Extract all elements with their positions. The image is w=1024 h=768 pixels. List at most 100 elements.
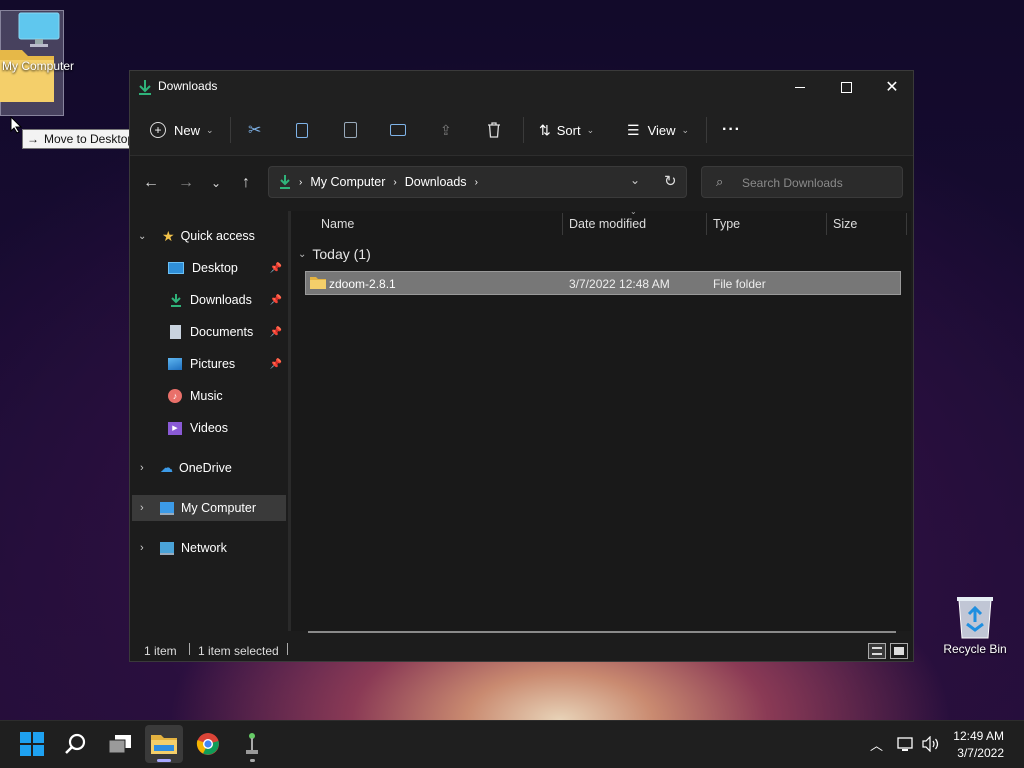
search-icon: ⌕ [716, 174, 724, 189]
task-view-button[interactable] [101, 725, 139, 763]
recycle-bin-icon [955, 594, 1010, 640]
document-icon [170, 325, 181, 339]
folder-icon [151, 733, 177, 755]
search-box[interactable]: ⌕ Search Downloads [701, 166, 903, 198]
nav-item-music[interactable]: ♪ Music [132, 383, 286, 409]
arrow-left-icon: ← [143, 174, 159, 191]
new-button[interactable]: + New ⌄ [150, 117, 214, 143]
arrow-right-icon: → [27, 132, 39, 146]
show-hidden-icons-button[interactable]: ︿ [870, 735, 883, 754]
recycle-bin[interactable]: Recycle Bin [940, 594, 1010, 664]
column-header-date-modified[interactable]: Date modified [569, 217, 646, 231]
nav-item-label: Music [190, 389, 223, 403]
horizontal-scrollbar[interactable] [308, 631, 896, 633]
breadcrumb-item[interactable]: My Computer [310, 175, 385, 189]
nav-item-onedrive[interactable]: › ☁ OneDrive [132, 455, 286, 481]
network-icon [160, 541, 174, 555]
up-button[interactable]: ↑ [236, 173, 256, 193]
file-explorer-taskbar-button[interactable] [145, 725, 183, 763]
chevron-down-icon: ⌄ [206, 124, 214, 135]
clock-time: 12:49 AM [953, 729, 1004, 743]
minimize-button[interactable] [777, 71, 823, 103]
column-header-name[interactable]: Name [321, 217, 354, 231]
column-divider[interactable] [906, 213, 907, 235]
nav-item-pictures[interactable]: Pictures 📌 [132, 351, 286, 377]
list-view-icon: ☰ [627, 121, 640, 138]
chevron-right-icon: › [474, 176, 478, 188]
column-divider[interactable] [562, 213, 563, 235]
volume-tray-button[interactable] [922, 736, 940, 752]
more-options-icon: ··· [722, 121, 741, 138]
forward-button[interactable]: → [176, 173, 196, 193]
plus-circle-icon: + [150, 122, 166, 138]
chevron-down-icon: ⌄ [138, 230, 147, 242]
clock-date: 3/7/2022 [957, 746, 1004, 760]
file-name: zdoom-2.8.1 [329, 277, 396, 291]
column-divider[interactable] [826, 213, 827, 235]
network-tray-button[interactable] [897, 736, 915, 752]
rename-icon [390, 124, 406, 136]
download-arrow-icon [170, 293, 182, 307]
nav-quick-access[interactable]: ⌄ ★ Quick access [132, 223, 286, 249]
dragged-icon-label: My Computer [2, 59, 75, 73]
start-button[interactable] [13, 725, 51, 763]
column-header-type[interactable]: Type [713, 217, 740, 231]
app-taskbar-button[interactable] [233, 725, 271, 763]
cut-button[interactable]: ✂ [248, 117, 261, 143]
toolbar-divider [230, 117, 231, 143]
nav-item-downloads[interactable]: Downloads 📌 [132, 287, 286, 313]
address-bar[interactable]: › My Computer › Downloads › ⌄ ↻ [268, 166, 687, 198]
delete-button[interactable] [487, 117, 501, 143]
large-icons-view-button[interactable] [890, 643, 908, 659]
minimize-icon [795, 86, 805, 88]
nav-item-label: My Computer [181, 501, 257, 515]
chevron-up-icon: ︿ [870, 738, 884, 753]
trash-icon [487, 122, 501, 138]
mouse-cursor-icon [10, 116, 22, 134]
chevron-right-icon: › [393, 176, 397, 188]
maximize-button[interactable] [823, 71, 869, 103]
music-icon: ♪ [168, 389, 182, 403]
chevron-down-icon: ⌄ [298, 248, 307, 260]
recent-locations-button[interactable]: ⌄ [206, 173, 226, 193]
sort-button[interactable]: ⇅ Sort ⌄ [539, 117, 594, 143]
clock-button[interactable]: 12:49 AM 3/7/2022 [946, 729, 1004, 760]
more-options-button[interactable]: ··· [722, 117, 741, 143]
view-button-label: View [647, 122, 676, 138]
download-arrow-icon [138, 79, 152, 95]
view-button[interactable]: ☰ View ⌄ [627, 117, 689, 143]
nav-item-network[interactable]: › Network [132, 535, 286, 561]
nav-item-my-computer[interactable]: › My Computer [132, 495, 286, 521]
search-taskbar-button[interactable] [57, 725, 95, 763]
nav-item-documents[interactable]: Documents 📌 [132, 319, 286, 345]
share-button[interactable]: ⇪ [440, 117, 452, 143]
rename-button[interactable] [390, 117, 406, 143]
nav-item-label: Pictures [190, 357, 236, 371]
back-button[interactable]: ← [141, 173, 161, 193]
file-row[interactable]: zdoom-2.8.1 3/7/2022 12:48 AM File folde… [305, 271, 901, 295]
address-dropdown-button[interactable]: ⌄ [630, 173, 640, 187]
chevron-down-icon: ⌄ [681, 124, 690, 135]
search-input-placeholder: Search Downloads [742, 176, 843, 190]
title-bar[interactable]: Downloads ✕ [130, 71, 913, 103]
speaker-icon [922, 736, 940, 752]
column-header-size[interactable]: Size [833, 217, 857, 231]
breadcrumb-item[interactable]: Downloads [405, 175, 467, 189]
nav-item-desktop[interactable]: Desktop 📌 [132, 255, 286, 281]
nav-item-label: Videos [190, 421, 228, 435]
copy-button[interactable] [296, 117, 308, 143]
group-header-label: Today (1) [312, 246, 371, 262]
nav-item-label: Downloads [190, 293, 252, 307]
download-arrow-icon [279, 174, 291, 189]
close-button[interactable]: ✕ [869, 71, 915, 103]
paste-button[interactable] [344, 117, 357, 143]
nav-item-videos[interactable]: ▶ Videos [132, 415, 286, 441]
chrome-taskbar-button[interactable] [189, 725, 227, 763]
details-view-button[interactable] [868, 643, 886, 659]
desktop-icon [168, 262, 184, 274]
navigation-pane: ⌄ ★ Quick access Desktop 📌 Downloads 📌 D… [130, 211, 288, 631]
share-icon: ⇪ [440, 121, 452, 138]
column-divider[interactable] [706, 213, 707, 235]
group-header-today[interactable]: ⌄ Today (1) [298, 246, 371, 262]
refresh-button[interactable]: ↻ [664, 172, 677, 190]
